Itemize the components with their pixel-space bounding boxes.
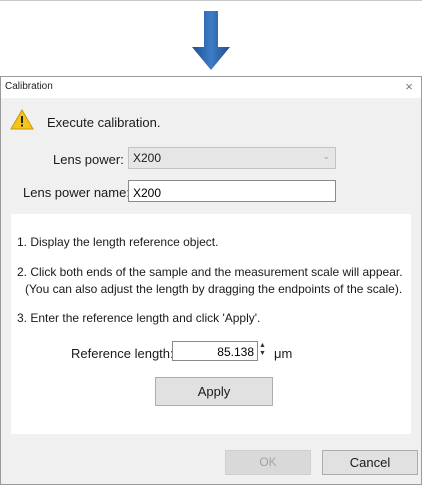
chevron-down-icon: ⌄ [322, 151, 330, 161]
lens-power-name-label: Lens power name: [23, 185, 130, 200]
calibration-dialog: Calibration × Execute calibration. Lens … [0, 76, 422, 485]
spin-down-icon[interactable]: ▼ [259, 350, 267, 358]
reference-length-input[interactable] [172, 341, 258, 361]
top-divider [0, 0, 422, 1]
cancel-button[interactable]: Cancel [322, 450, 418, 475]
reference-length-label: Reference length: [71, 346, 174, 361]
step-2-note: (You can also adjust the length by dragg… [25, 282, 403, 296]
close-button[interactable]: × [399, 78, 419, 96]
lens-power-label: Lens power: [53, 152, 124, 167]
instructions-panel: 1. Display the length reference object. … [11, 214, 411, 434]
down-arrow-icon [192, 11, 230, 70]
spin-up-icon[interactable]: ▲ [259, 342, 267, 350]
instruction-message: Execute calibration. [47, 115, 161, 130]
lens-power-name-input[interactable] [128, 180, 336, 202]
step-2-text: 2. Click both ends of the sample and the… [17, 265, 403, 279]
lens-power-dropdown[interactable]: X200 ⌄ [128, 147, 336, 169]
step-1-text: 1. Display the length reference object. [17, 235, 219, 249]
lens-power-value: X200 [133, 151, 162, 165]
ok-button[interactable]: OK [225, 450, 311, 475]
step-3-text: 3. Enter the reference length and click … [17, 311, 261, 325]
apply-button[interactable]: Apply [155, 377, 273, 406]
unit-label: μm [274, 346, 293, 361]
spinner-icon[interactable]: ▲ ▼ [259, 342, 267, 360]
warning-icon [10, 109, 34, 130]
window-title: Calibration [5, 81, 53, 92]
title-bar: Calibration × [1, 77, 421, 98]
